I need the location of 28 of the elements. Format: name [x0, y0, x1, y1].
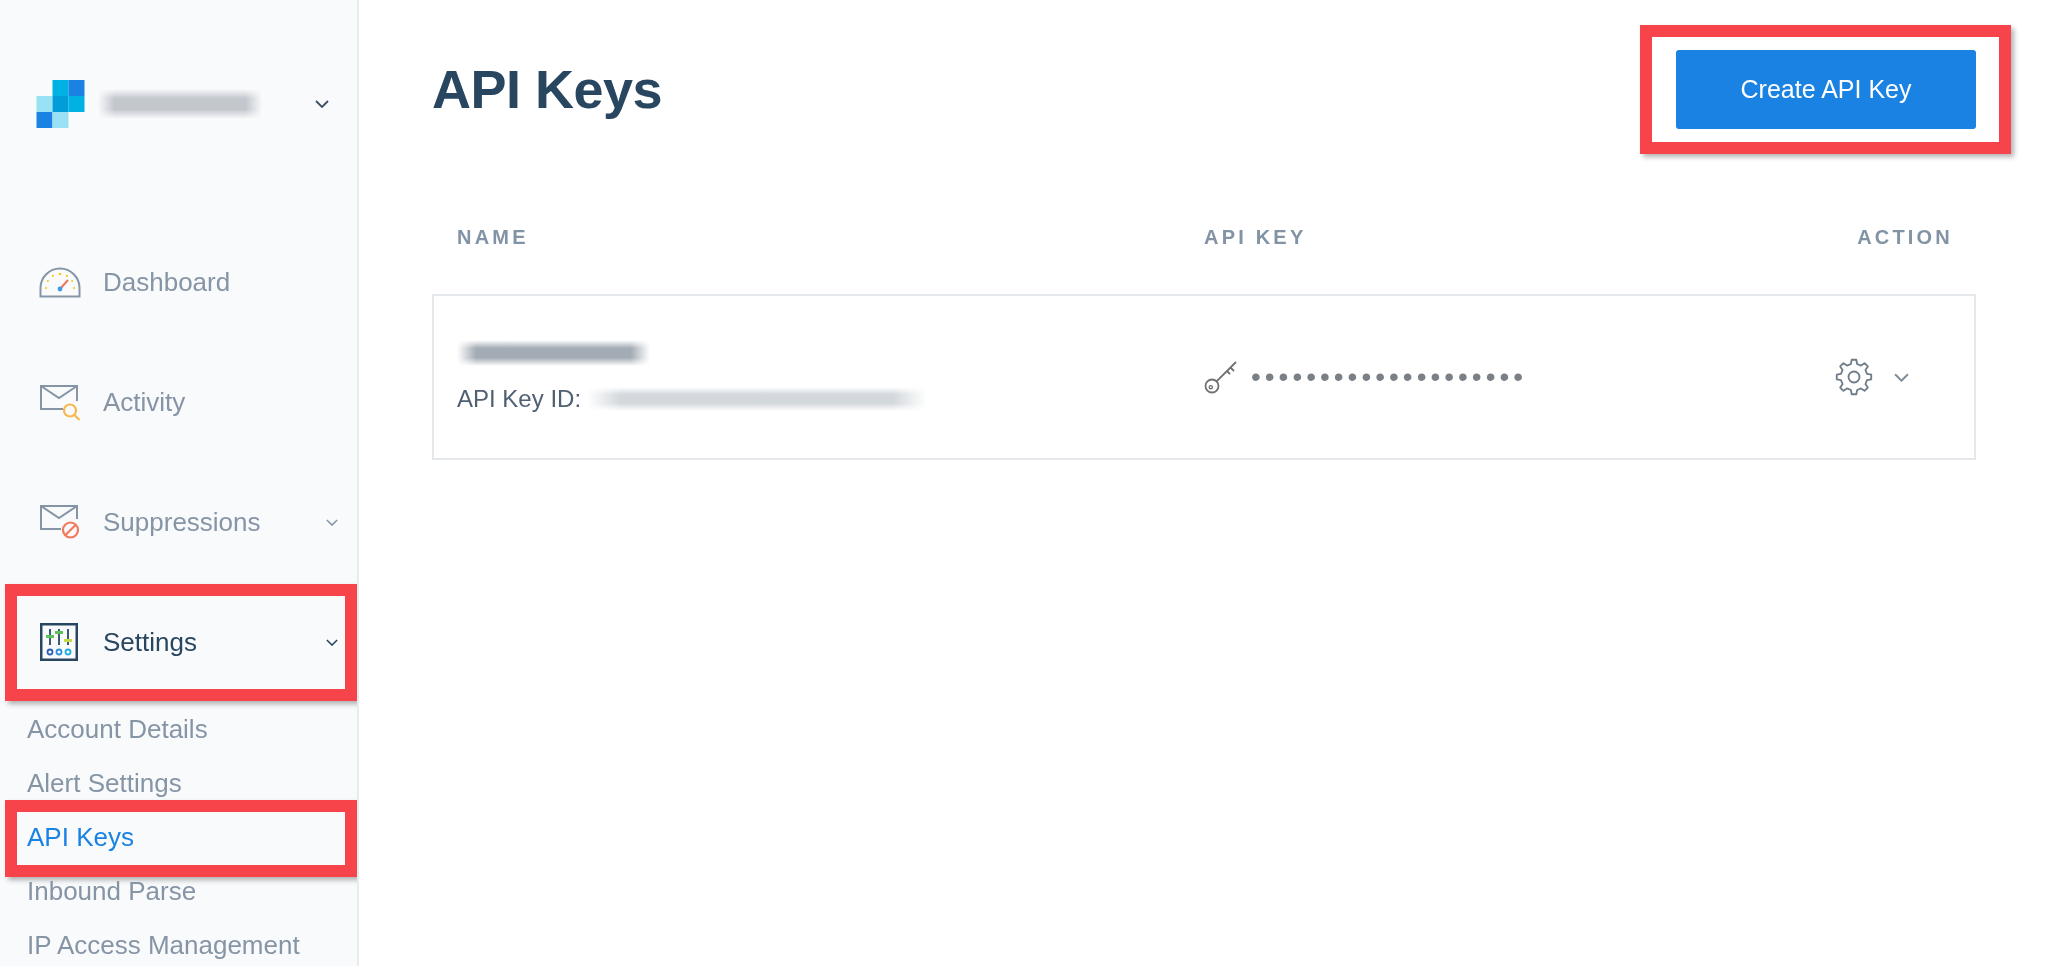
- create-button[interactable]: Create API Key: [1676, 50, 1976, 129]
- page-title: API Keys: [432, 59, 663, 120]
- chevron-down-icon[interactable]: [315, 100, 329, 108]
- nav-item[interactable]: Suppressions: [39, 500, 338, 544]
- column-header: API KEY: [1204, 225, 1308, 249]
- chevron-down-icon: [326, 638, 338, 646]
- envelope-blocked-icon: [39, 503, 81, 541]
- settings-icon: [1835, 358, 1873, 396]
- column-header: ACTION: [1857, 225, 1953, 249]
- sidebar-link[interactable]: API Keys: [27, 823, 134, 853]
- gauge-icon: [39, 266, 81, 298]
- sidebar-link[interactable]: Alert Settings: [27, 769, 182, 799]
- chevron-down-icon: [1894, 372, 1909, 382]
- squares-logo: [36, 80, 85, 128]
- masked-key: ••••••••••••••••••••: [1251, 363, 1528, 391]
- nav-item[interactable]: Dashboard: [39, 260, 231, 304]
- sidebar-link[interactable]: IP Access Management: [27, 931, 300, 961]
- sidebar-link[interactable]: Inbound Parse: [27, 877, 197, 907]
- nav-item[interactable]: Activity: [39, 380, 186, 424]
- chevron-down-icon: [326, 518, 338, 526]
- sidebar-link[interactable]: Account Details: [27, 715, 208, 745]
- key-id-label: API Key ID:: [457, 384, 582, 414]
- key-icon: [1204, 360, 1238, 394]
- sliders-icon: [40, 623, 78, 661]
- column-header: NAME: [457, 225, 530, 249]
- nav-item[interactable]: Settings: [39, 620, 338, 664]
- action-menu-button[interactable]: [1835, 358, 1909, 396]
- envelope-search-icon: [39, 383, 81, 421]
